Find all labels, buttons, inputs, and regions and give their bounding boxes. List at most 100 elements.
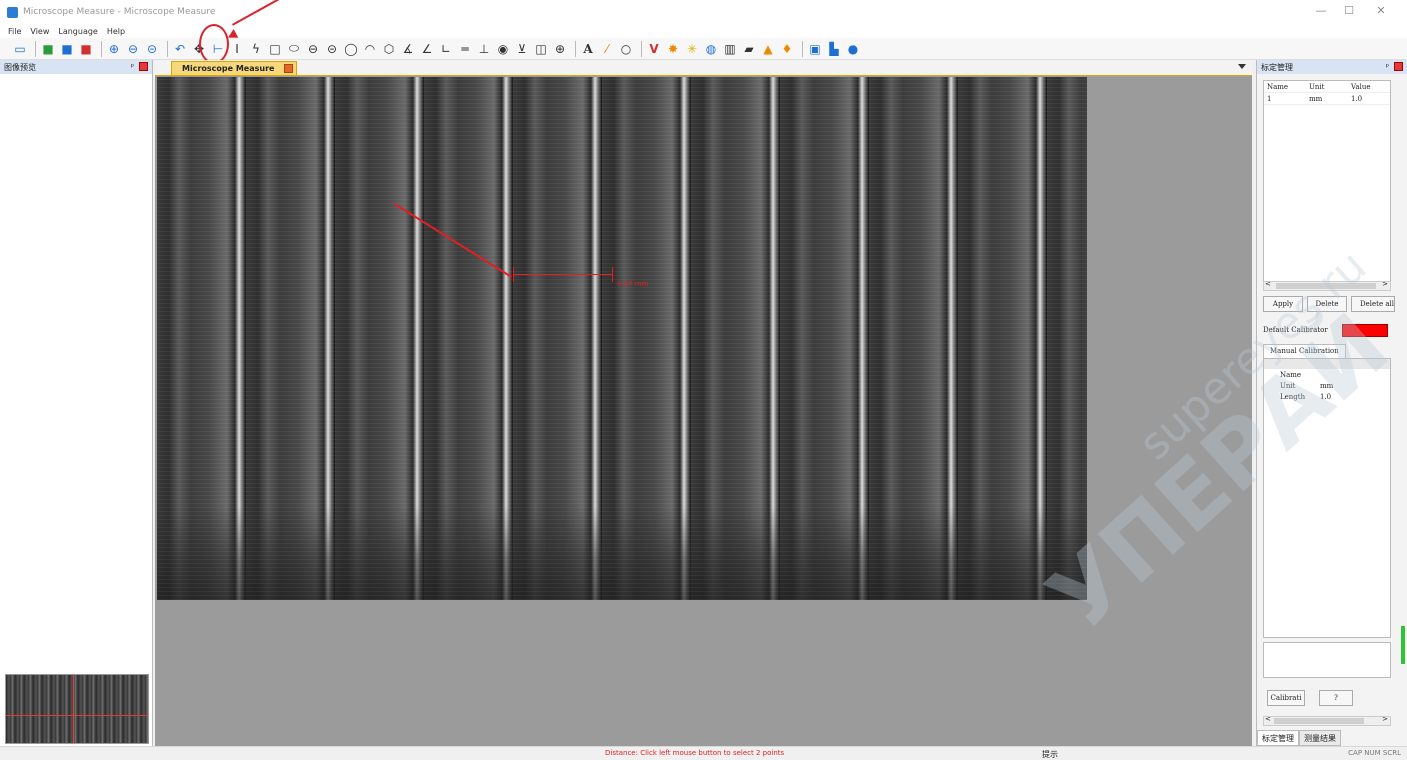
measurement-tick-end: [612, 267, 613, 282]
scroll-left-icon[interactable]: <: [1265, 280, 1271, 288]
circle-center-icon[interactable]: ⊝: [324, 41, 340, 57]
close-button[interactable]: ✕: [1372, 4, 1390, 17]
scroll-left-icon[interactable]: <: [1265, 715, 1271, 723]
fire-icon[interactable]: ♦: [779, 41, 795, 57]
property-row[interactable]: Unit mm: [1264, 380, 1390, 391]
table-row[interactable]: 1 mm 1.0: [1264, 93, 1390, 105]
tab-manual-calibration[interactable]: Manual Calibration: [1263, 344, 1346, 358]
vertical-distance-icon[interactable]: I: [229, 41, 245, 57]
minimize-button[interactable]: —: [1312, 4, 1330, 17]
rectangle-icon[interactable]: □: [267, 41, 283, 57]
property-row[interactable]: Length 1.0: [1264, 391, 1390, 402]
angle-icon[interactable]: ∡: [400, 41, 416, 57]
star-icon[interactable]: ✳: [684, 41, 700, 57]
pin-icon[interactable]: ᵖ: [1386, 62, 1389, 71]
scale-icon[interactable]: ⊕: [552, 41, 568, 57]
perpendicular-icon[interactable]: ⊥: [476, 41, 492, 57]
sun-icon[interactable]: ✸: [665, 41, 681, 57]
grid-scrollbar[interactable]: < >: [1263, 280, 1391, 291]
preview-panel-header: 图像预览 ᵖ: [0, 60, 152, 74]
cone-icon[interactable]: ▲: [760, 41, 776, 57]
panel-scrollbar[interactable]: < >: [1263, 715, 1391, 726]
calibration-panel: 标定管理 ᵖ Name Unit Value 1 mm 1.0 < > Appl…: [1256, 60, 1407, 746]
status-bar: Distance: Click left mouse button to sel…: [0, 746, 1407, 760]
menu-language[interactable]: Language: [58, 27, 97, 36]
arc-icon[interactable]: ◠: [362, 41, 378, 57]
delete-button[interactable]: Delete: [1307, 296, 1347, 312]
angle2-icon[interactable]: ∠: [419, 41, 435, 57]
circle-3pt-icon[interactable]: ⊖: [305, 41, 321, 57]
property-value[interactable]: 1.0: [1320, 393, 1331, 401]
camera-icon[interactable]: ▰: [741, 41, 757, 57]
blue-doc-icon[interactable]: ■: [59, 41, 75, 57]
property-key: Length: [1280, 392, 1306, 401]
circle-icon[interactable]: ◯: [343, 41, 359, 57]
green-doc-icon[interactable]: ■: [40, 41, 56, 57]
tab-dropdown-icon[interactable]: [1238, 64, 1246, 69]
grid-icon[interactable]: ◫: [533, 41, 549, 57]
tab-calibration-manager[interactable]: 标定管理: [1257, 730, 1299, 746]
calibrate-button[interactable]: Calibrati: [1267, 690, 1305, 706]
toolbar-separator: [101, 40, 102, 57]
tab-measurement-results[interactable]: 测量结果: [1299, 730, 1341, 746]
apply-button[interactable]: Apply: [1263, 296, 1303, 312]
scroll-right-icon[interactable]: >: [1382, 715, 1388, 723]
microscope-image[interactable]: 0.47 mm: [157, 77, 1087, 600]
cell-unit: mm: [1309, 94, 1323, 103]
column-header-unit: Unit: [1309, 82, 1325, 91]
text-icon[interactable]: ⊻: [514, 41, 530, 57]
letter-a-icon[interactable]: A: [580, 41, 596, 57]
point-icon[interactable]: ◉: [495, 41, 511, 57]
pin-icon[interactable]: ᵖ: [131, 62, 134, 71]
monitor-icon[interactable]: ▭: [12, 41, 28, 57]
window-title: Microscope Measure - Microscope Measure: [23, 7, 216, 17]
document-tab[interactable]: Microscope Measure: [171, 61, 298, 76]
help-button[interactable]: ?: [1319, 690, 1353, 706]
undo-icon[interactable]: ↶: [172, 41, 188, 57]
parallel-lines-icon[interactable]: ═: [457, 41, 473, 57]
property-row[interactable]: Name: [1264, 369, 1390, 380]
film-icon[interactable]: ▥: [722, 41, 738, 57]
circle-outline-icon[interactable]: ○: [618, 41, 634, 57]
red-doc-icon[interactable]: ■: [78, 41, 94, 57]
toolbar-separator: [641, 40, 642, 57]
scroll-right-icon[interactable]: >: [1382, 280, 1388, 288]
polygon-icon[interactable]: ⬡: [381, 41, 397, 57]
color-wheel-icon[interactable]: ◍: [703, 41, 719, 57]
cell-value: 1.0: [1351, 94, 1363, 103]
close-panel-icon[interactable]: [1394, 62, 1403, 71]
status-message: Distance: Click left mouse button to sel…: [605, 749, 785, 757]
preview-thumbnail[interactable]: [5, 674, 149, 744]
calibration-grid[interactable]: Name Unit Value 1 mm 1.0: [1263, 80, 1391, 282]
column-header-name: Name: [1267, 82, 1289, 91]
screen-capture-icon[interactable]: ▣: [807, 41, 823, 57]
toolbar-separator: [167, 40, 168, 57]
app-icon: [7, 6, 18, 18]
close-tab-icon[interactable]: [284, 64, 294, 73]
delete-all-button[interactable]: Delete all: [1351, 296, 1395, 312]
menu-help[interactable]: Help: [107, 27, 125, 36]
parallel-icon[interactable]: ∟: [438, 41, 454, 57]
property-grid[interactable]: Name Unit mm Length 1.0: [1263, 358, 1391, 638]
scrollbar-thumb[interactable]: [1274, 718, 1364, 724]
close-panel-icon[interactable]: [139, 62, 148, 71]
scroll-indicator: [1401, 626, 1405, 664]
zoom-out-icon[interactable]: ⊖: [125, 41, 141, 57]
help-icon[interactable]: ●: [845, 41, 861, 57]
highlight-circle: [199, 24, 229, 64]
menu-view[interactable]: View: [30, 27, 49, 36]
zoom-in-icon[interactable]: ⊕: [106, 41, 122, 57]
scrollbar-thumb[interactable]: [1276, 283, 1376, 289]
calibrator-color-swatch[interactable]: [1342, 324, 1388, 337]
menu-file[interactable]: File: [8, 27, 21, 36]
grid-header: Name Unit Value: [1264, 81, 1390, 93]
edit-icon[interactable]: ⁄: [599, 41, 615, 57]
property-value[interactable]: mm: [1320, 382, 1333, 390]
plugin-icon[interactable]: ▙: [826, 41, 842, 57]
polyline-icon[interactable]: ϟ: [248, 41, 264, 57]
zoom-fit-icon[interactable]: ⊝: [144, 41, 160, 57]
ellipse-icon[interactable]: ⬭: [286, 41, 302, 57]
v-icon[interactable]: V: [646, 41, 662, 57]
description-box[interactable]: [1263, 642, 1391, 678]
maximize-button[interactable]: ☐: [1340, 4, 1358, 17]
